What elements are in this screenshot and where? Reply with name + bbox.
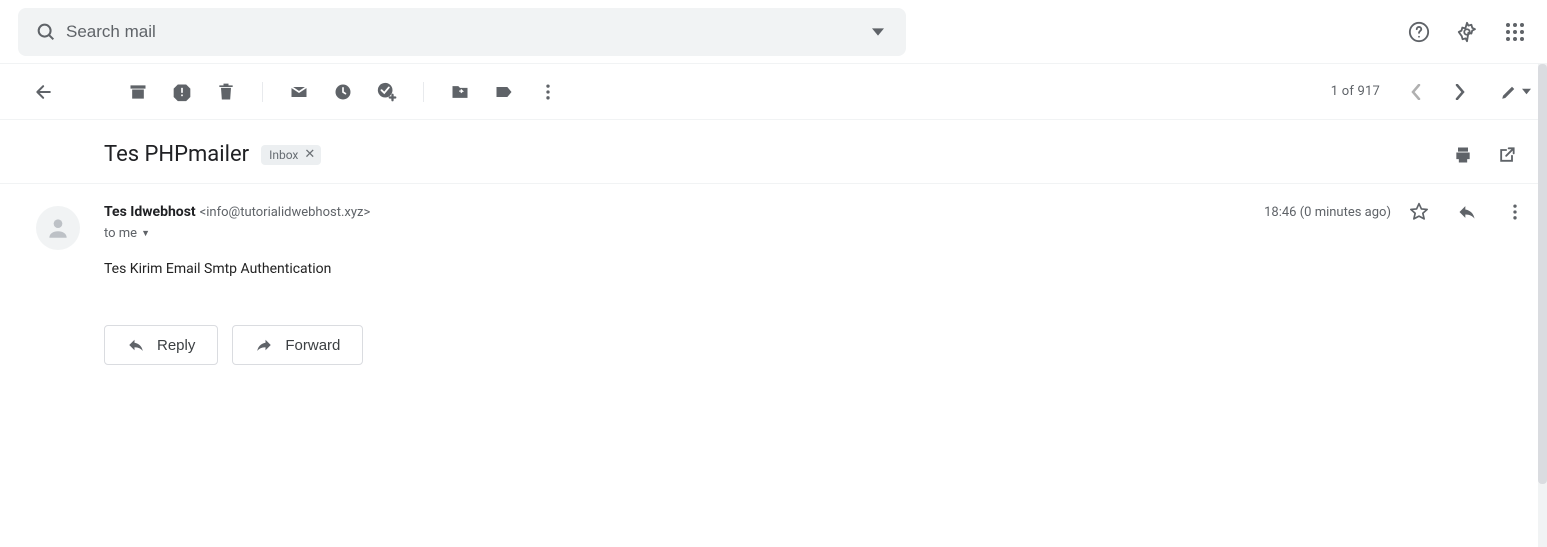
scrollbar-thumb[interactable] bbox=[1538, 64, 1547, 484]
message-counter: 1 of 917 bbox=[1331, 84, 1380, 99]
sender-email: <info@tutorialidwebhost.xyz> bbox=[200, 205, 371, 220]
email-subject: Tes PHPmailer bbox=[104, 142, 249, 167]
add-to-tasks-icon[interactable] bbox=[375, 80, 399, 104]
action-buttons: Reply Forward bbox=[104, 325, 1527, 365]
star-icon[interactable] bbox=[1407, 200, 1431, 224]
recipient-text: to me bbox=[104, 226, 137, 241]
message-more-icon[interactable] bbox=[1503, 200, 1527, 224]
forward-button[interactable]: Forward bbox=[232, 325, 363, 365]
support-icon[interactable] bbox=[1399, 12, 1439, 52]
sender-name: Tes Idwebhost bbox=[104, 204, 196, 220]
delete-icon[interactable] bbox=[214, 80, 238, 104]
label-chip[interactable]: Inbox ✕ bbox=[261, 145, 321, 165]
print-icon[interactable] bbox=[1451, 143, 1475, 167]
avatar[interactable] bbox=[36, 206, 80, 250]
message-time: 18:46 (0 minutes ago) bbox=[1264, 205, 1391, 220]
header-right-icons bbox=[1399, 12, 1539, 52]
archive-icon[interactable] bbox=[126, 80, 150, 104]
forward-button-label: Forward bbox=[285, 337, 340, 354]
search-bar[interactable] bbox=[18, 8, 906, 56]
snooze-icon[interactable] bbox=[331, 80, 355, 104]
apps-grid-icon[interactable] bbox=[1495, 12, 1535, 52]
mark-unread-icon[interactable] bbox=[287, 80, 311, 104]
open-new-window-icon[interactable] bbox=[1495, 143, 1519, 167]
more-icon[interactable] bbox=[536, 80, 560, 104]
subject-row: Tes PHPmailer Inbox ✕ bbox=[0, 120, 1547, 184]
input-tools-icon[interactable] bbox=[1500, 83, 1531, 101]
message-header: Tes Idwebhost <info@tutorialidwebhost.xy… bbox=[104, 200, 1527, 224]
label-chip-remove-icon[interactable]: ✕ bbox=[302, 147, 317, 162]
move-to-icon[interactable] bbox=[448, 80, 472, 104]
prev-message-icon[interactable] bbox=[1400, 76, 1432, 108]
show-details-icon[interactable]: ▼ bbox=[141, 228, 150, 239]
search-options-dropdown-icon[interactable] bbox=[858, 12, 898, 52]
search-input[interactable] bbox=[66, 22, 858, 42]
label-chip-text: Inbox bbox=[269, 148, 298, 162]
next-message-icon[interactable] bbox=[1444, 76, 1476, 108]
recipient-line[interactable]: to me ▼ bbox=[104, 226, 1527, 241]
header-bar bbox=[0, 0, 1547, 64]
message-body: Tes Kirim Email Smtp Authentication bbox=[104, 261, 1527, 277]
toolbar: 1 of 917 bbox=[0, 64, 1547, 120]
message-container: Tes Idwebhost <info@tutorialidwebhost.xy… bbox=[0, 184, 1547, 365]
back-icon[interactable] bbox=[32, 80, 56, 104]
reply-icon[interactable] bbox=[1455, 200, 1479, 224]
search-icon[interactable] bbox=[26, 12, 66, 52]
report-spam-icon[interactable] bbox=[170, 80, 194, 104]
labels-icon[interactable] bbox=[492, 80, 516, 104]
reply-button-label: Reply bbox=[157, 337, 195, 354]
settings-gear-icon[interactable] bbox=[1447, 12, 1487, 52]
reply-button[interactable]: Reply bbox=[104, 325, 218, 365]
